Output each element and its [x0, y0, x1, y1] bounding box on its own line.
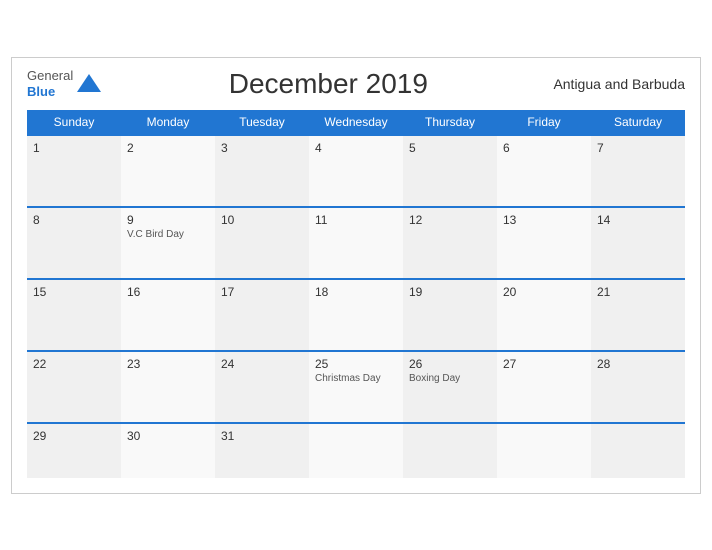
day-cell: 12 — [403, 207, 497, 279]
day-number: 29 — [33, 429, 115, 443]
day-number: 30 — [127, 429, 209, 443]
week-row-4: 22 23 24 25 Christmas Day 26 Boxing Day 27 28 — [27, 351, 685, 423]
calendar-thead: Sunday Monday Tuesday Wednesday Thursday… — [27, 110, 685, 135]
holiday-label: Christmas Day — [315, 373, 397, 384]
day-cell: 21 — [591, 279, 685, 351]
day-number: 13 — [503, 213, 585, 227]
day-cell: 29 — [27, 423, 121, 478]
day-number: 18 — [315, 285, 397, 299]
day-number: 2 — [127, 141, 209, 155]
header-sunday: Sunday — [27, 110, 121, 135]
day-cell: 26 Boxing Day — [403, 351, 497, 423]
day-number: 12 — [409, 213, 491, 227]
day-number: 17 — [221, 285, 303, 299]
day-cell: 31 — [215, 423, 309, 478]
day-cell: 1 — [27, 135, 121, 207]
day-cell: 6 — [497, 135, 591, 207]
day-cell: 7 — [591, 135, 685, 207]
week-row-5: 29 30 31 — [27, 423, 685, 478]
calendar-header: General Blue December 2019 Antigua and B… — [27, 68, 685, 100]
holiday-label: Boxing Day — [409, 373, 491, 384]
day-cell — [403, 423, 497, 478]
day-cell: 24 — [215, 351, 309, 423]
day-number: 3 — [221, 141, 303, 155]
day-number: 21 — [597, 285, 679, 299]
day-cell: 14 — [591, 207, 685, 279]
logo: General Blue — [27, 68, 103, 99]
calendar-table: Sunday Monday Tuesday Wednesday Thursday… — [27, 110, 685, 478]
logo-text: General Blue — [27, 68, 73, 99]
day-cell: 20 — [497, 279, 591, 351]
calendar-title: December 2019 — [103, 68, 553, 100]
day-cell: 17 — [215, 279, 309, 351]
day-number: 16 — [127, 285, 209, 299]
country-name: Antigua and Barbuda — [553, 76, 685, 92]
day-number: 9 — [127, 213, 209, 227]
day-number: 28 — [597, 357, 679, 371]
day-number: 24 — [221, 357, 303, 371]
day-number: 1 — [33, 141, 115, 155]
day-cell: 2 — [121, 135, 215, 207]
header-wednesday: Wednesday — [309, 110, 403, 135]
day-cell: 4 — [309, 135, 403, 207]
day-cell — [309, 423, 403, 478]
day-cell: 23 — [121, 351, 215, 423]
day-number: 27 — [503, 357, 585, 371]
day-cell — [591, 423, 685, 478]
day-cell: 15 — [27, 279, 121, 351]
day-cell: 3 — [215, 135, 309, 207]
day-cell: 5 — [403, 135, 497, 207]
day-number: 22 — [33, 357, 115, 371]
day-number: 15 — [33, 285, 115, 299]
day-cell: 10 — [215, 207, 309, 279]
header-friday: Friday — [497, 110, 591, 135]
header-thursday: Thursday — [403, 110, 497, 135]
day-number: 6 — [503, 141, 585, 155]
header-tuesday: Tuesday — [215, 110, 309, 135]
day-cell: 25 Christmas Day — [309, 351, 403, 423]
day-cell: 9 V.C Bird Day — [121, 207, 215, 279]
day-number: 31 — [221, 429, 303, 443]
day-cell: 18 — [309, 279, 403, 351]
day-cell — [497, 423, 591, 478]
week-row-1: 1234567 — [27, 135, 685, 207]
day-number: 11 — [315, 213, 397, 227]
day-cell: 27 — [497, 351, 591, 423]
weekday-header-row: Sunday Monday Tuesday Wednesday Thursday… — [27, 110, 685, 135]
calendar-body: 123456789V.C Bird Day1011121314151617181… — [27, 135, 685, 478]
day-cell: 8 — [27, 207, 121, 279]
day-cell: 19 — [403, 279, 497, 351]
week-row-3: 15 16 17 18 19 20 21 — [27, 279, 685, 351]
day-number: 25 — [315, 357, 397, 371]
day-cell: 28 — [591, 351, 685, 423]
logo-blue-text: Blue — [27, 84, 55, 99]
day-number: 8 — [33, 213, 115, 227]
day-cell: 16 — [121, 279, 215, 351]
day-cell: 13 — [497, 207, 591, 279]
holiday-label: V.C Bird Day — [127, 229, 209, 240]
logo-general-text: General — [27, 68, 73, 83]
day-number: 20 — [503, 285, 585, 299]
day-cell: 22 — [27, 351, 121, 423]
calendar-container: General Blue December 2019 Antigua and B… — [11, 57, 701, 494]
header-monday: Monday — [121, 110, 215, 135]
day-cell: 30 — [121, 423, 215, 478]
day-number: 7 — [597, 141, 679, 155]
day-number: 19 — [409, 285, 491, 299]
day-number: 5 — [409, 141, 491, 155]
day-number: 14 — [597, 213, 679, 227]
week-row-2: 89 V.C Bird Day 10 11 12 13 14 — [27, 207, 685, 279]
logo-icon — [75, 70, 103, 98]
day-number: 4 — [315, 141, 397, 155]
day-number: 26 — [409, 357, 491, 371]
day-number: 10 — [221, 213, 303, 227]
day-cell: 11 — [309, 207, 403, 279]
day-number: 23 — [127, 357, 209, 371]
header-saturday: Saturday — [591, 110, 685, 135]
